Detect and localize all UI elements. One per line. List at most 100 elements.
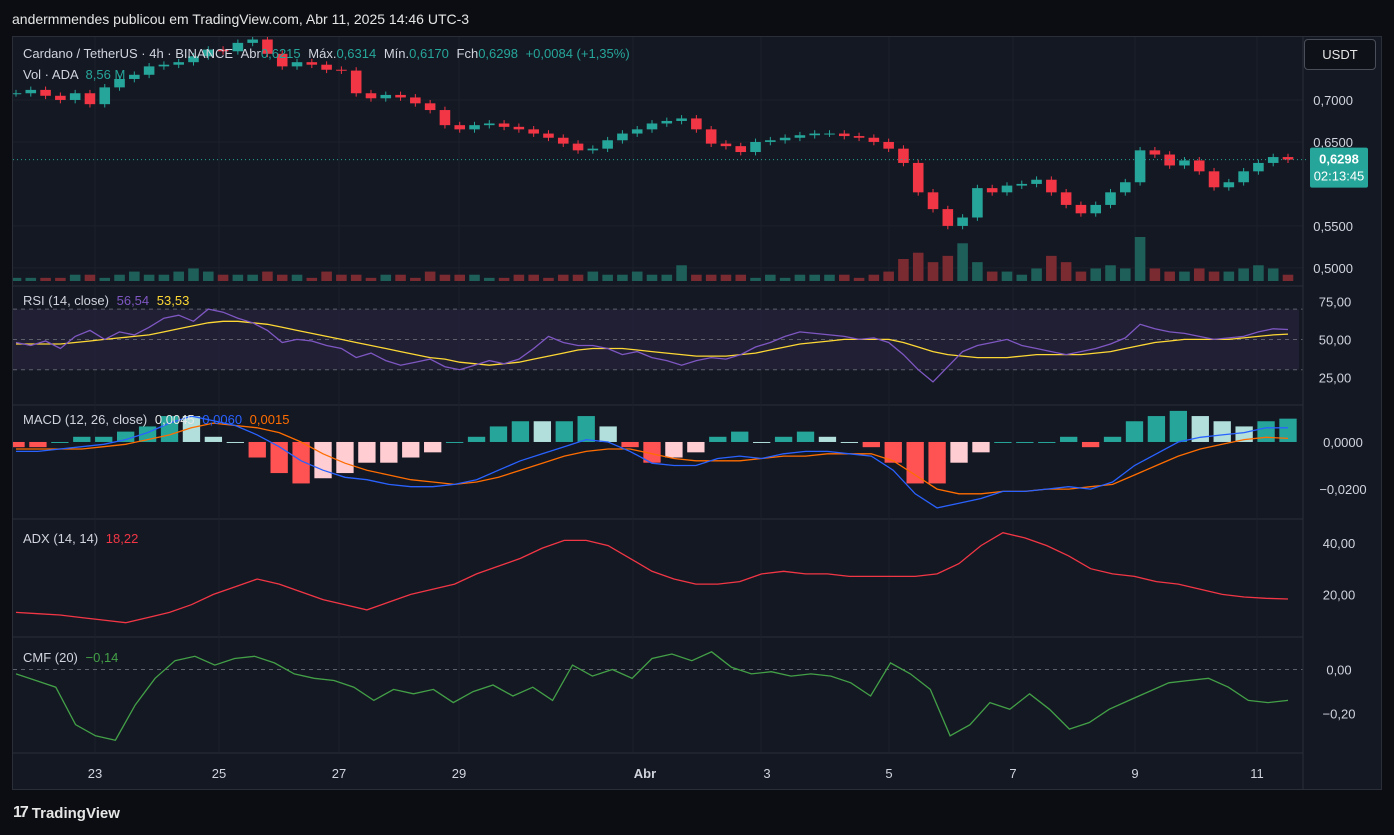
candle [40, 89, 51, 96]
volume-bar [735, 274, 747, 281]
candle [986, 188, 998, 193]
candle [691, 118, 702, 130]
price-badge-countdown: 02:13:45 [1314, 169, 1365, 184]
candle [661, 120, 673, 124]
candle [898, 148, 909, 163]
volume-bar [484, 277, 495, 281]
volume-bar [439, 274, 451, 281]
time-axis-tick-label: 5 [885, 766, 892, 781]
candle [1075, 204, 1087, 214]
candle [395, 94, 406, 98]
macd-histogram-bar [972, 441, 990, 453]
adx-legend[interactable]: ADX (14, 14) 18,22 [23, 531, 138, 546]
macd-histogram-bar [489, 426, 508, 442]
volume-bar [720, 274, 732, 281]
cmf-value: −0,14 [85, 650, 119, 665]
macd-histogram-bar [818, 436, 837, 442]
tradingview-logo-text: TradingView [31, 804, 120, 822]
volume-bar [262, 271, 273, 281]
cmf-axis-tick-label: 0,00 [1326, 663, 1351, 678]
volume-bar [617, 274, 628, 281]
volume-bar [306, 277, 318, 281]
macd-histogram-bar [1257, 421, 1275, 442]
volume-bar [365, 277, 377, 281]
rsi-value: 56,54 [116, 293, 150, 308]
volume-bar [1149, 268, 1161, 281]
macd-legend[interactable]: MACD (12, 26, close) 0,0045 0,0060 0,001… [23, 412, 289, 427]
candle [572, 143, 584, 151]
tradingview-logo[interactable]: 17 TradingView [13, 804, 120, 822]
volume-bar [587, 271, 599, 281]
candle [617, 133, 628, 141]
candle [247, 39, 258, 43]
volume-bar [55, 277, 66, 281]
macd-histogram-bar [1103, 436, 1122, 442]
price-axis-tick-label: 0,5000 [1313, 261, 1353, 276]
rsi-axis-tick-label: 50,00 [1319, 332, 1352, 347]
volume-bar [513, 274, 525, 281]
candle [927, 192, 939, 210]
candle [1016, 183, 1028, 186]
adx-axis-tick-label: 20,00 [1323, 587, 1356, 602]
volume-bar [143, 274, 155, 281]
volume-bar [912, 252, 924, 281]
time-axis-tick-label: 3 [763, 766, 770, 781]
price-axis-tick-label: 0,7000 [1313, 93, 1353, 108]
macd-histogram-bar [29, 441, 47, 448]
volume-bar [1090, 268, 1102, 281]
macd-histogram-bar [1081, 441, 1100, 448]
volume-bar [1267, 268, 1279, 281]
volume-bar [1164, 271, 1175, 281]
volume-bar [705, 274, 717, 281]
candle [883, 141, 894, 149]
candle [809, 133, 820, 136]
volume-bar [824, 274, 835, 281]
time-axis-tick-label: 23 [88, 766, 102, 781]
rsi-legend[interactable]: RSI (14, close) 56,54 53,53 [23, 293, 189, 308]
macd-histogram-bar [928, 441, 946, 484]
volume-bar [809, 274, 820, 281]
macd-histogram-bar [336, 441, 354, 474]
volume-bar [291, 274, 303, 281]
macd-histogram-bar [774, 436, 793, 442]
currency-button[interactable]: USDT [1304, 39, 1376, 70]
candle [1120, 182, 1131, 193]
candle [1223, 182, 1235, 188]
volume-bar [158, 274, 170, 281]
candle [1031, 179, 1042, 184]
macd-histogram-bar [1016, 441, 1034, 443]
volume-bar [99, 277, 111, 281]
candle [587, 148, 599, 151]
volume-bar [572, 274, 584, 281]
volume-legend[interactable]: Vol · ADA 8,56 M [23, 67, 125, 82]
candle [513, 126, 525, 130]
candle [439, 110, 451, 126]
volume-bar [750, 277, 761, 281]
candle [498, 123, 510, 127]
volume-value: 8,56 M [85, 67, 126, 82]
volume-bar [691, 274, 702, 281]
macd-histogram-bar [840, 441, 859, 443]
candle [424, 103, 436, 111]
candle [1193, 160, 1205, 172]
volume-bar [986, 271, 998, 281]
candle [646, 123, 658, 130]
symbol-legend[interactable]: Cardano / TetherUS · 4h · BINANCE Abr0,6… [23, 46, 630, 61]
volume-bar [40, 277, 51, 281]
cmf-legend[interactable]: CMF (20) −0,14 [23, 650, 118, 665]
candle [143, 66, 155, 75]
macd-histogram-bar [1213, 421, 1231, 442]
macd-histogram-bar [1060, 436, 1078, 442]
volume-bar [1031, 268, 1042, 281]
volume-bar [410, 277, 421, 281]
candle [868, 137, 880, 142]
rsi-axis-tick-label: 25,00 [1319, 370, 1352, 385]
candle [129, 74, 140, 79]
volume-bar [972, 262, 983, 281]
time-axis-tick-label: 27 [332, 766, 346, 781]
candle [454, 125, 466, 130]
volume-bar [232, 274, 244, 281]
volume-bar [942, 255, 954, 281]
volume-bar [838, 274, 850, 281]
macd-histogram-bar [1147, 416, 1166, 442]
